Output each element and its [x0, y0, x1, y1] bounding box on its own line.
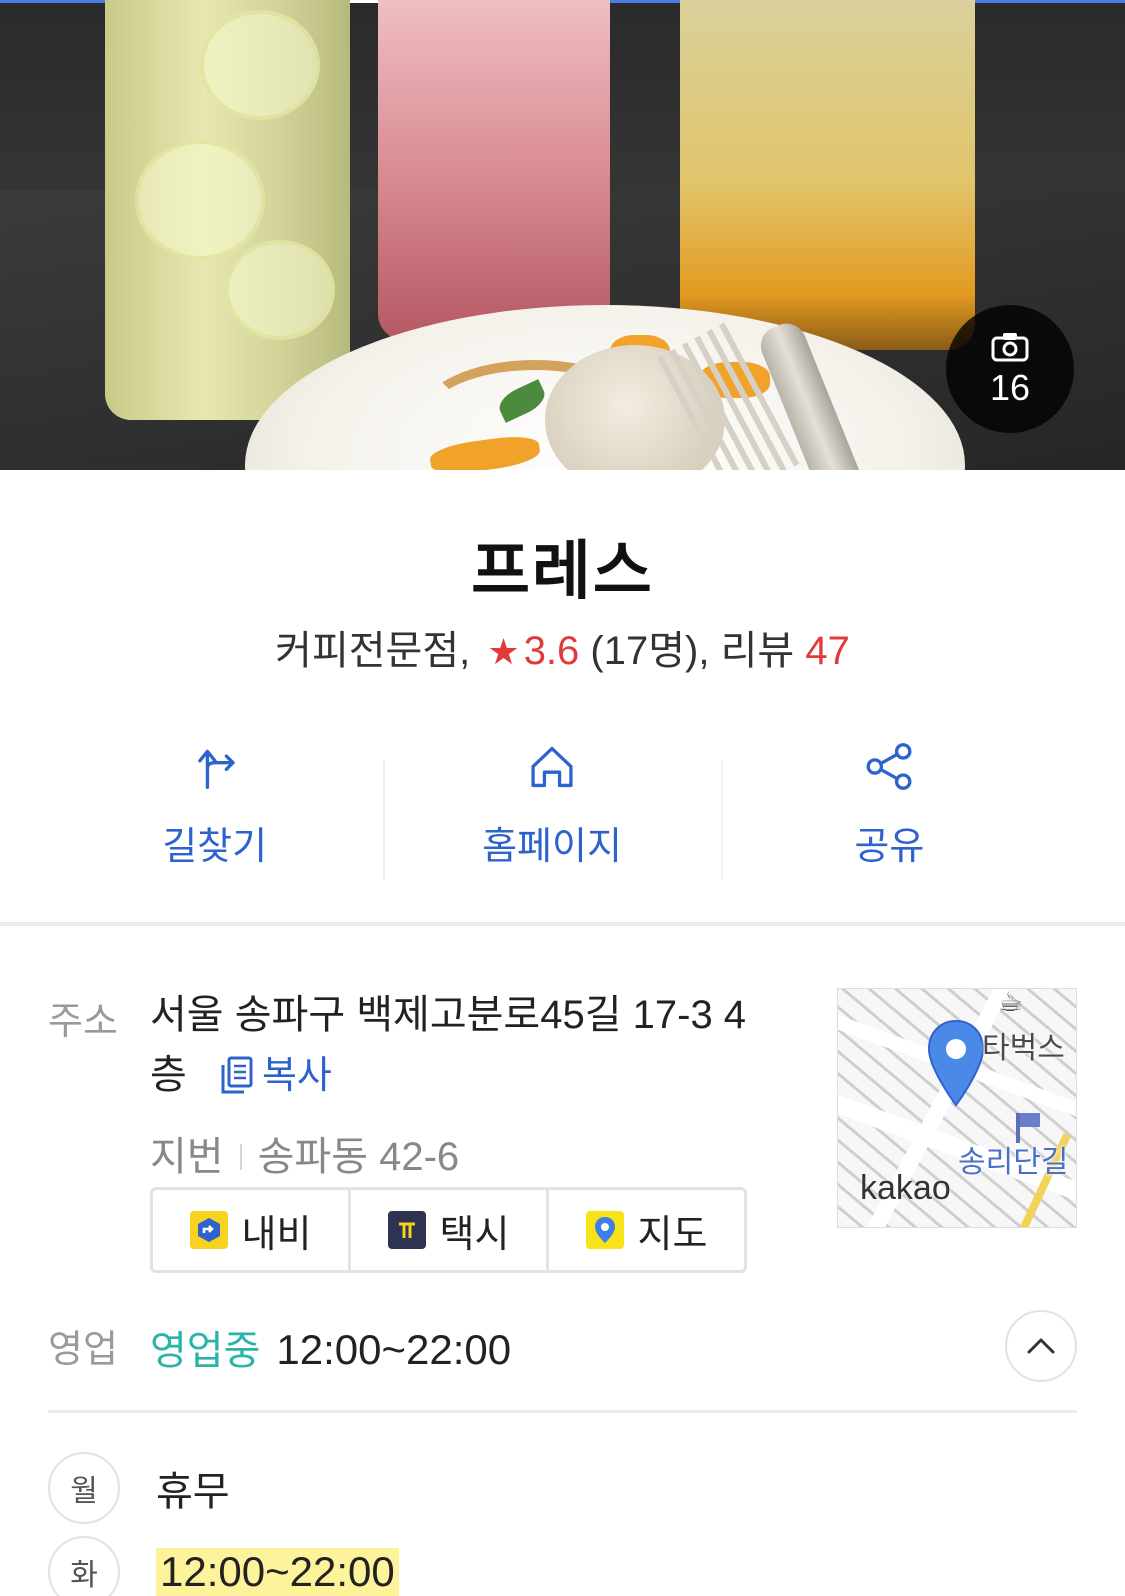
taxi-button[interactable]: 택시: [348, 1190, 546, 1270]
photo-count-badge[interactable]: 16: [946, 305, 1074, 433]
map-poi-1: 타벅스: [982, 1032, 1065, 1065]
place-photo[interactable]: 16: [0, 0, 1125, 470]
jibun-address: 지번 송파동 42-6: [150, 1124, 459, 1182]
address-line-1: 서울 송파구 백제고분로45길 17-3 4: [150, 993, 747, 1037]
place-name: 프레스: [471, 535, 654, 609]
jibun-value: 송파동 42-6: [257, 1135, 460, 1179]
day-hours: 12:00~22:00: [156, 1548, 399, 1596]
address-label: 주소: [48, 999, 118, 1043]
location-pin-icon: [927, 1019, 985, 1107]
section-divider: [0, 922, 1125, 926]
cafe-icon: ☕: [998, 988, 1024, 1018]
star-icon: ★: [487, 631, 520, 672]
hours-row-tue: 화 12:00~22:00: [48, 1536, 399, 1596]
navi-label: 내비: [241, 1211, 312, 1256]
home-icon: [531, 746, 573, 788]
map-thumbnail[interactable]: ☕ 타벅스 송리단길 kakao: [837, 988, 1077, 1228]
category: 커피전문점,: [275, 629, 471, 673]
hours-divider: [48, 1410, 1077, 1413]
place-summary: 커피전문점, ★ 3.6 (17명), 리뷰 47: [0, 618, 1125, 676]
rating-count: (17명),: [590, 629, 710, 673]
taxi-icon: [387, 1211, 426, 1249]
collapse-hours-button[interactable]: [1005, 1310, 1077, 1382]
address-text: 서울 송파구 백제고분로45길 17-3 4 층 복사: [150, 985, 810, 1106]
berry-ade-glass: [378, 0, 610, 340]
taxi-label: 택시: [439, 1211, 510, 1256]
copy-label: 복사: [261, 1055, 332, 1097]
address-line-2: 층: [150, 1053, 187, 1097]
share-icon: [866, 743, 912, 790]
copy-icon: [221, 1056, 253, 1094]
open-status: 영업중: [150, 1328, 261, 1374]
map-pin-icon: [585, 1211, 624, 1249]
directions-icon: [197, 749, 235, 789]
quick-links: 내비 택시 지도: [150, 1187, 747, 1273]
hours-status: 영업중 12:00~22:00: [150, 1318, 511, 1376]
rating-score: 3.6: [523, 629, 580, 673]
map-button[interactable]: 지도: [546, 1190, 744, 1270]
review-label[interactable]: 리뷰: [721, 629, 795, 673]
day-badge: 화: [48, 1536, 120, 1596]
review-count[interactable]: 47: [805, 629, 850, 673]
homepage-button[interactable]: 홈페이지: [383, 740, 720, 880]
lemonade-glass: [105, 0, 350, 420]
today-hours: 12:00~22:00: [276, 1326, 512, 1373]
copy-address-button[interactable]: 복사: [220, 1055, 332, 1097]
homepage-label: 홈페이지: [482, 824, 622, 868]
camera-icon: [991, 333, 1029, 362]
mango-ade-glass: [680, 0, 975, 350]
chevron-up-icon: [1027, 1338, 1055, 1354]
directions-label: 길찾기: [162, 824, 268, 868]
photo-count: 16: [989, 367, 1031, 408]
directions-button[interactable]: 길찾기: [46, 740, 383, 870]
navi-icon: [189, 1211, 228, 1249]
navi-button[interactable]: 내비: [153, 1190, 348, 1270]
day-badge: 월: [48, 1452, 120, 1524]
kakao-logo: kakao: [860, 1169, 951, 1207]
day-hours: 휴무: [156, 1469, 230, 1515]
action-bar: 길찾기 홈페이지 공유: [46, 740, 1058, 880]
share-button[interactable]: 공유: [720, 740, 1058, 880]
jibun-label: 지번: [150, 1135, 224, 1179]
map-label: 지도: [637, 1211, 708, 1256]
share-label: 공유: [854, 824, 925, 868]
hours-row-mon: 월 휴무: [48, 1452, 230, 1524]
map-poi-2: 송리단길: [958, 1146, 1069, 1179]
hours-label: 영업: [48, 1327, 118, 1371]
